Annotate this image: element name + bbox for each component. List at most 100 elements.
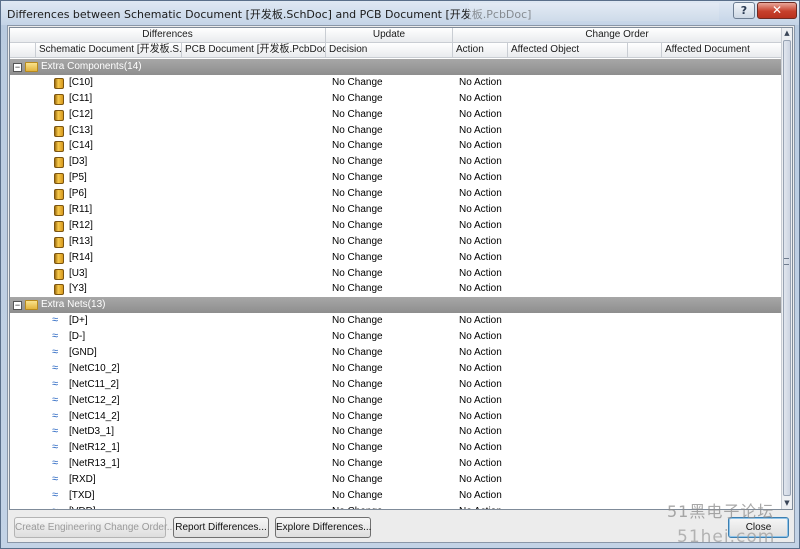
decision-value[interactable]: No Change: [332, 456, 383, 472]
component-icon: [54, 284, 64, 296]
table-row[interactable]: ≈ [NetD3_1] No Change No Action: [10, 424, 782, 440]
object-name: [R14]: [69, 251, 93, 263]
header-affected-object[interactable]: Affected Object: [508, 43, 628, 58]
collapse-toggle-icon[interactable]: −: [13, 301, 22, 311]
decision-value[interactable]: No Change: [332, 107, 383, 123]
table-row[interactable]: [P5] No Change No Action: [10, 170, 782, 186]
decision-value[interactable]: No Change: [332, 281, 383, 297]
header-affected-document[interactable]: Affected Document: [662, 43, 782, 58]
group-row[interactable]: − Extra Nets(13): [10, 297, 782, 314]
table-row[interactable]: ≈ [NetC14_2] No Change No Action: [10, 409, 782, 425]
table-row[interactable]: ≈ [RXD] No Change No Action: [10, 472, 782, 488]
header-differences[interactable]: Differences: [10, 28, 326, 43]
header-update[interactable]: Update: [326, 28, 453, 43]
explore-differences-button[interactable]: Explore Differences...: [275, 517, 371, 538]
vertical-scrollbar[interactable]: ▲ ▼: [781, 28, 792, 509]
window-close-button[interactable]: ✕: [757, 2, 797, 19]
action-value: No Action: [459, 76, 502, 88]
table-row[interactable]: [U3] No Change No Action: [10, 266, 782, 282]
group-row[interactable]: − Extra Components(14): [10, 59, 782, 75]
decision-value[interactable]: No Change: [332, 123, 383, 139]
header-schematic-document[interactable]: Schematic Document [开发板.S...: [36, 43, 182, 58]
decision-value[interactable]: No Change: [332, 361, 383, 377]
decision-value[interactable]: No Change: [332, 313, 383, 329]
table-row[interactable]: ≈ [D+] No Change No Action: [10, 313, 782, 329]
header-decision[interactable]: Decision: [326, 43, 453, 58]
help-button[interactable]: ?: [733, 2, 755, 19]
decision-value[interactable]: No Change: [332, 154, 383, 170]
table-row[interactable]: [R11] No Change No Action: [10, 202, 782, 218]
table-row[interactable]: [C13] No Change No Action: [10, 123, 782, 139]
table-row[interactable]: [C11] No Change No Action: [10, 91, 782, 107]
action-value: No Action: [459, 235, 502, 247]
table-row[interactable]: ≈ [NetC11_2] No Change No Action: [10, 377, 782, 393]
decision-value[interactable]: No Change: [332, 170, 383, 186]
differences-dialog: Differences between Schematic Document […: [0, 0, 800, 549]
table-row[interactable]: ≈ [NetC10_2] No Change No Action: [10, 361, 782, 377]
component-icon: [54, 77, 64, 89]
differences-grid: Differences Update Change Order Schemati…: [9, 27, 793, 510]
action-value: No Action: [459, 474, 502, 486]
decision-value[interactable]: No Change: [332, 488, 383, 504]
header-pcb-document[interactable]: PCB Document [开发板.PcbDoc]: [182, 43, 326, 58]
decision-value[interactable]: No Change: [332, 409, 383, 425]
object-name: [NetC10_2]: [69, 362, 120, 374]
background-window-ghost: [469, 3, 719, 21]
decision-value[interactable]: No Change: [332, 393, 383, 409]
create-engineering-change-order-button[interactable]: Create Engineering Change Order...: [14, 517, 175, 538]
dialog-client-area: Differences Update Change Order Schemati…: [7, 25, 795, 543]
object-name: [R11]: [69, 204, 93, 216]
table-row[interactable]: ≈ [NetR12_1] No Change No Action: [10, 440, 782, 456]
table-row[interactable]: [P6] No Change No Action: [10, 186, 782, 202]
object-name: [C11]: [69, 92, 93, 104]
decision-value[interactable]: No Change: [332, 504, 383, 509]
action-value: No Action: [459, 426, 502, 438]
decision-value[interactable]: No Change: [332, 424, 383, 440]
decision-value[interactable]: No Change: [332, 202, 383, 218]
action-value: No Action: [459, 204, 502, 216]
decision-value[interactable]: No Change: [332, 250, 383, 266]
title-bar[interactable]: Differences between Schematic Document […: [1, 1, 799, 25]
scroll-up-arrow-icon[interactable]: ▲: [782, 28, 792, 39]
table-row[interactable]: [R13] No Change No Action: [10, 234, 782, 250]
table-row[interactable]: ≈ [NetR13_1] No Change No Action: [10, 456, 782, 472]
collapse-toggle-icon[interactable]: −: [13, 63, 22, 72]
action-value: No Action: [459, 347, 502, 359]
scroll-down-arrow-icon[interactable]: ▼: [782, 498, 792, 509]
action-value: No Action: [459, 378, 502, 390]
decision-value[interactable]: No Change: [332, 472, 383, 488]
table-row[interactable]: ≈ [NetC12_2] No Change No Action: [10, 393, 782, 409]
table-row[interactable]: [D3] No Change No Action: [10, 154, 782, 170]
folder-icon: [25, 62, 38, 72]
decision-value[interactable]: No Change: [332, 218, 383, 234]
table-row[interactable]: [R14] No Change No Action: [10, 250, 782, 266]
table-row[interactable]: [C14] No Change No Action: [10, 138, 782, 154]
object-name: [U3]: [69, 267, 88, 279]
table-row[interactable]: ≈ [D-] No Change No Action: [10, 329, 782, 345]
object-name: [C13]: [69, 124, 93, 136]
action-value: No Action: [459, 504, 502, 509]
decision-value[interactable]: No Change: [332, 234, 383, 250]
decision-value[interactable]: No Change: [332, 75, 383, 91]
header-change-order[interactable]: Change Order: [453, 28, 782, 43]
decision-value[interactable]: No Change: [332, 91, 383, 107]
decision-value[interactable]: No Change: [332, 138, 383, 154]
decision-value[interactable]: No Change: [332, 329, 383, 345]
table-row[interactable]: [C12] No Change No Action: [10, 107, 782, 123]
action-value: No Action: [459, 442, 502, 454]
table-row[interactable]: [C10] No Change No Action: [10, 75, 782, 91]
decision-value[interactable]: No Change: [332, 345, 383, 361]
decision-value[interactable]: No Change: [332, 266, 383, 282]
table-row[interactable]: [R12] No Change No Action: [10, 218, 782, 234]
action-value: No Action: [459, 219, 502, 231]
net-icon: ≈: [52, 489, 59, 502]
net-icon: ≈: [52, 393, 59, 406]
scrollbar-thumb[interactable]: [783, 40, 791, 496]
table-row[interactable]: [Y3] No Change No Action: [10, 281, 782, 297]
report-differences-button[interactable]: Report Differences...: [173, 517, 269, 538]
table-row[interactable]: ≈ [GND] No Change No Action: [10, 345, 782, 361]
decision-value[interactable]: No Change: [332, 440, 383, 456]
decision-value[interactable]: No Change: [332, 377, 383, 393]
decision-value[interactable]: No Change: [332, 186, 383, 202]
header-action[interactable]: Action: [453, 43, 508, 58]
